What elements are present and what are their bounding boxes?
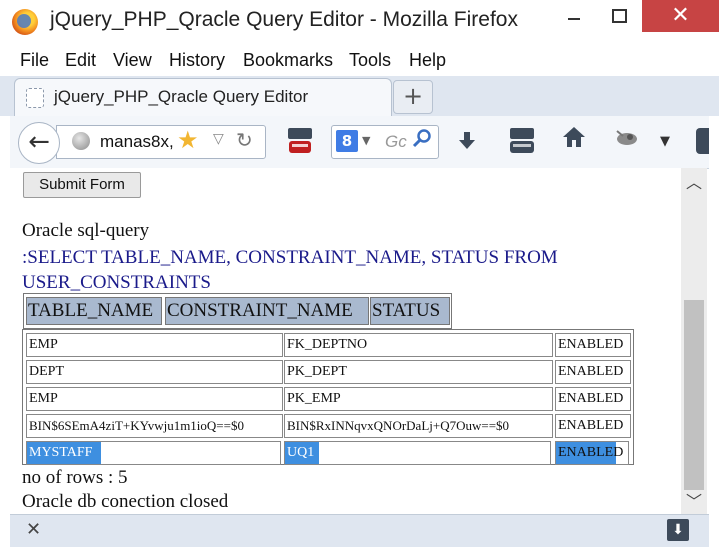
menu-view[interactable]: View <box>113 50 152 71</box>
query-label: Oracle sql-query <box>22 220 150 241</box>
table-cell: ENABLED <box>555 333 631 357</box>
submit-form-button[interactable]: Submit Form <box>23 172 141 198</box>
youtube-download-icon[interactable] <box>286 126 314 156</box>
google-search-engine-icon[interactable]: 8 <box>336 130 358 152</box>
table-cell: ENABLED <box>555 414 631 438</box>
bookmark-star-icon[interactable]: ★ <box>177 126 199 154</box>
bottom-bar <box>10 514 709 547</box>
selected-text: UQ1 <box>285 442 319 464</box>
menu-help[interactable]: Help <box>409 50 446 71</box>
selected-text: MYSTAFF <box>27 442 101 464</box>
youtube-icon[interactable] <box>508 126 536 156</box>
scroll-thumb[interactable] <box>684 300 704 490</box>
table-cell: FK_DEPTNO <box>284 333 553 357</box>
menu-bookmarks[interactable]: Bookmarks <box>243 50 333 71</box>
selected-text: ENABLED <box>556 442 624 464</box>
menu-tools[interactable]: Tools <box>349 50 391 71</box>
table-cell: ENABLED <box>555 387 631 411</box>
search-engine-dropdown-icon[interactable]: ▼ <box>362 134 370 147</box>
url-text[interactable]: manas8x, <box>100 132 174 152</box>
table-cell: DEPT <box>26 360 283 384</box>
table-cell: EMP <box>26 333 283 357</box>
close-bar-icon[interactable]: ✕ <box>26 519 41 540</box>
toolbar-dropdown-icon[interactable]: ▼ <box>660 134 670 149</box>
table-cell-selected: ENABLED <box>555 441 629 465</box>
tab-label: jQuery_PHP_Qracle Query Editor <box>54 87 309 106</box>
download-arrow-icon[interactable]: ⬇ <box>667 519 689 541</box>
header-table-name: TABLE_NAME <box>26 297 162 325</box>
addon-icon[interactable] <box>614 128 640 156</box>
search-input[interactable]: Gc <box>385 132 407 152</box>
table-cell: EMP <box>26 387 283 411</box>
menu-bar: File Edit View History Bookmarks Tools H… <box>0 46 719 76</box>
url-dropdown-icon[interactable]: ▽ <box>213 131 224 147</box>
download-icon[interactable] <box>456 130 478 158</box>
table-cell: PK_DEPT <box>284 360 553 384</box>
results-header-table: TABLE_NAME CONSTRAINT_NAME STATUS <box>23 293 452 329</box>
table-cell: ENABLED <box>555 360 631 384</box>
scroll-up-icon[interactable]: ︿ <box>681 170 707 196</box>
globe-icon <box>72 132 90 150</box>
window-frame-right <box>709 116 719 556</box>
menu-history[interactable]: History <box>169 50 225 71</box>
table-cell-selected: UQ1 <box>284 441 551 465</box>
maximize-button[interactable] <box>602 4 636 28</box>
window-title: jQuery_PHP_Qracle Query Editor - Mozilla… <box>50 8 518 31</box>
search-icon[interactable] <box>412 128 432 154</box>
table-cell: BIN$RxINNqvxQNOrDaLj+Q7Ouw==$0 <box>284 414 553 438</box>
window-frame-left <box>0 116 10 556</box>
page-icon <box>26 88 44 108</box>
header-constraint-name: CONSTRAINT_NAME <box>165 297 369 325</box>
home-icon[interactable] <box>562 126 586 154</box>
table-cell-selected: MYSTAFF <box>26 441 281 465</box>
table-cell: PK_EMP <box>284 387 553 411</box>
connection-status: Oracle db conection closed <box>22 491 229 512</box>
scroll-down-icon[interactable]: ﹀ <box>681 489 707 515</box>
results-table: EMP FK_DEPTNO ENABLED DEPT PK_DEPT ENABL… <box>22 329 634 465</box>
minimize-button[interactable] <box>558 4 592 28</box>
menu-edit[interactable]: Edit <box>65 50 96 71</box>
reload-icon[interactable]: ↻ <box>236 128 253 152</box>
query-text: :SELECT TABLE_NAME, CONSTRAINT_NAME, STA… <box>22 247 558 293</box>
back-button[interactable]: ← <box>18 122 60 164</box>
firefox-logo-icon <box>12 9 38 35</box>
row-count: no of rows : 5 <box>22 467 128 488</box>
close-window-button[interactable]: ✕ <box>642 0 719 32</box>
header-status: STATUS <box>370 297 450 325</box>
new-tab-button[interactable]: + <box>393 80 433 114</box>
table-cell: BIN$6SEmA4ziT+KYvwju1m1ioQ==$0 <box>26 414 283 438</box>
menu-file[interactable]: File <box>20 50 49 71</box>
